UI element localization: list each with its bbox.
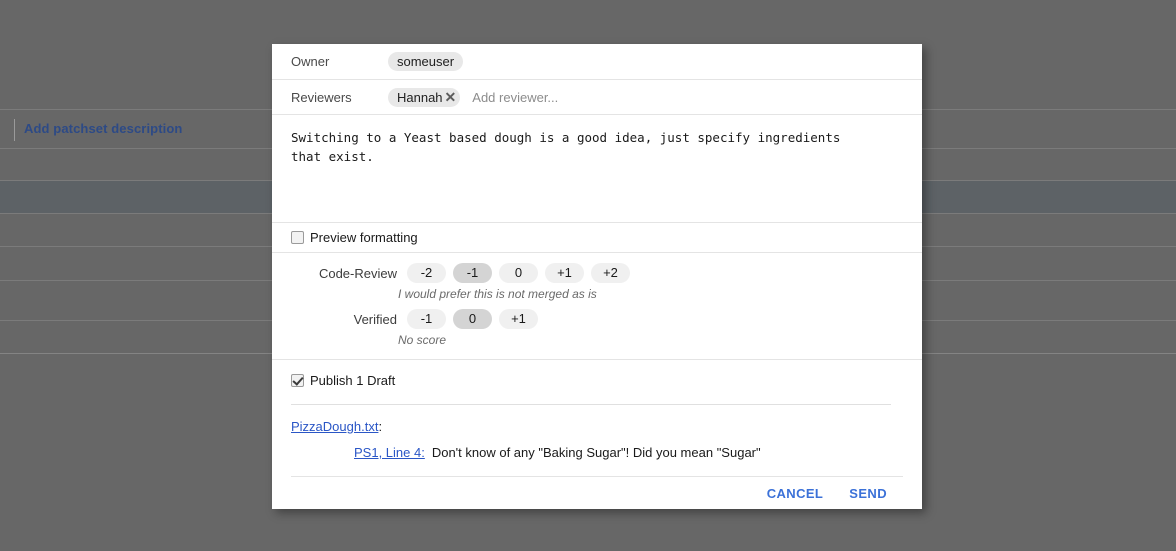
cancel-button[interactable]: CANCEL [767, 486, 824, 501]
publish-drafts-checkbox[interactable] [291, 373, 304, 387]
reply-message-textarea[interactable] [291, 128, 903, 220]
publish-drafts-label: Publish 1 Draft [310, 372, 396, 388]
label-name-verified: Verified [353, 311, 397, 327]
vote-button-verified-+1[interactable]: +1 [499, 309, 538, 329]
close-icon[interactable]: ✕ [445, 90, 457, 104]
label-row-code-review: Code-Review -2 -1 0 +1 +2 [272, 263, 922, 283]
draft-comment-text: Don't know of any "Baking Sugar"! Did yo… [431, 445, 761, 460]
vote-button-code-review-+1[interactable]: +1 [545, 263, 584, 283]
reviewer-chip-label: Hannah [397, 89, 443, 105]
drafts-separator [291, 404, 891, 405]
vote-button-verified--1[interactable]: -1 [407, 309, 446, 329]
publish-drafts-row: Publish 1 Draft [291, 370, 903, 390]
label-name-code-review: Code-Review [318, 265, 397, 281]
message-row [272, 115, 922, 223]
labels-block: Code-Review -2 -1 0 +1 +2 I would prefer… [272, 253, 922, 360]
preview-formatting-label: Preview formatting [310, 230, 418, 245]
vote-button-code-review-0[interactable]: 0 [499, 263, 538, 283]
draft-file-link[interactable]: PizzaDough.txt [291, 419, 378, 434]
preview-formatting-checkbox[interactable] [291, 231, 304, 244]
vote-group-verified: -1 0 +1 [407, 309, 538, 329]
draft-file-suffix: : [378, 419, 383, 434]
reviewers-row: Reviewers Hannah ✕ [272, 80, 922, 115]
send-button[interactable]: SEND [849, 486, 887, 501]
owner-label: Owner [291, 54, 330, 69]
owner-chip: someuser [388, 52, 464, 71]
reviewers-label: Reviewers [291, 89, 352, 105]
label-description-verified: No score [398, 333, 447, 347]
vote-group-code-review: -2 -1 0 +1 +2 [407, 263, 630, 283]
drafts-block: Publish 1 Draft PizzaDough.txt: PS1, Lin… [272, 360, 922, 509]
add-reviewer-input[interactable] [472, 89, 773, 105]
vote-button-verified-0[interactable]: 0 [453, 309, 492, 329]
owner-row: Owner someuser [272, 44, 922, 80]
vote-button-code-review--1[interactable]: -1 [453, 263, 492, 283]
draft-comment-location-link[interactable]: PS1, Line 4: [354, 445, 425, 460]
patchset-marker [14, 119, 15, 141]
reply-dialog: Owner someuser Reviewers Hannah ✕ Previe… [272, 44, 922, 509]
draft-file-row: PizzaDough.txt: [291, 419, 903, 434]
vote-button-code-review-+2[interactable]: +2 [591, 263, 630, 283]
dialog-actions: CANCEL SEND [291, 476, 903, 509]
label-description-code-review: I would prefer this is not merged as is [398, 287, 597, 301]
draft-comment-row: PS1, Line 4: Don't know of any "Baking Su… [291, 445, 903, 460]
add-patchset-description-link[interactable]: Add patchset description [24, 121, 182, 136]
reviewer-chip[interactable]: Hannah ✕ [388, 87, 461, 107]
label-row-verified: Verified -1 0 +1 [272, 309, 922, 329]
preview-formatting-row: Preview formatting [272, 223, 922, 253]
vote-button-code-review--2[interactable]: -2 [407, 263, 446, 283]
